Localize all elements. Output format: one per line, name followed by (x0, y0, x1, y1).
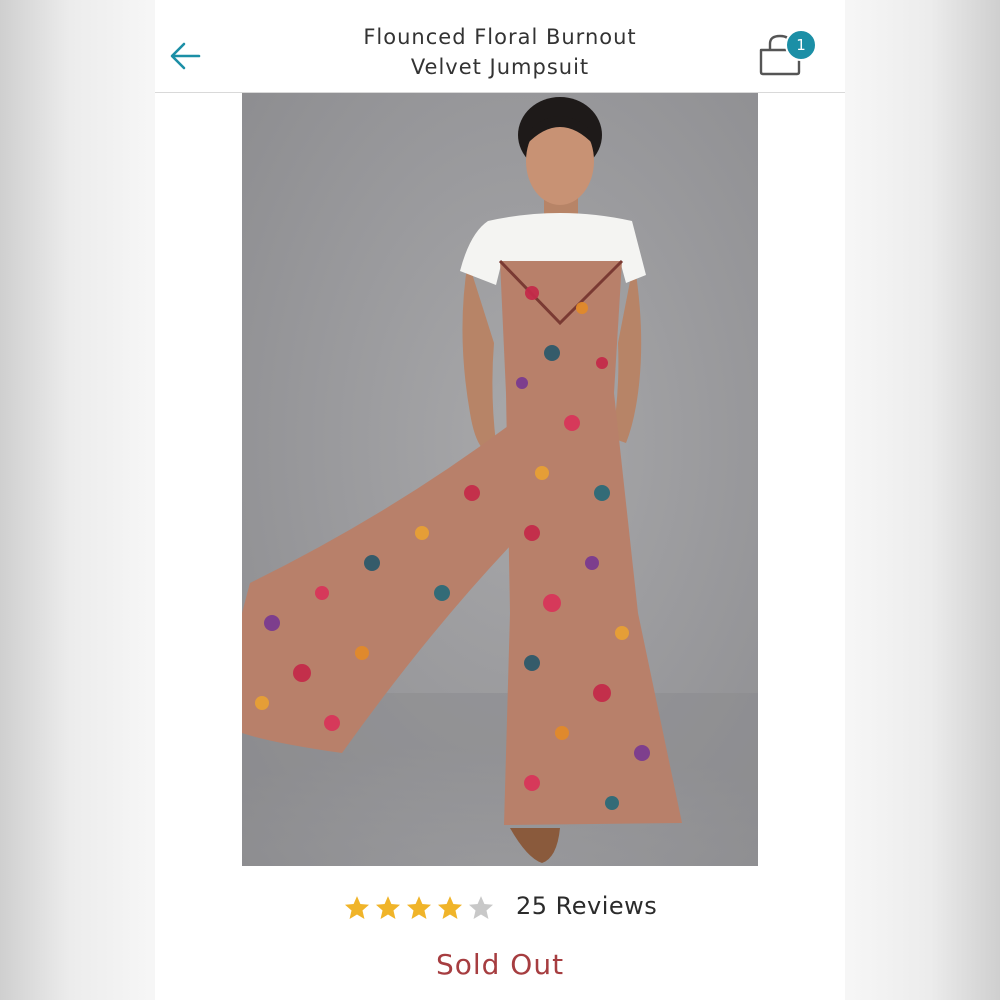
arrow-left-icon (170, 42, 201, 70)
product-image[interactable] (242, 93, 758, 866)
page-title-line1: Flounced Floral Burnout (363, 25, 637, 49)
stock-status: Sold Out (435, 948, 565, 981)
app-header: Flounced Floral Burnout Velvet Jumpsuit … (155, 0, 845, 93)
back-button[interactable] (169, 36, 203, 76)
page-title: Flounced Floral Burnout Velvet Jumpsuit (325, 22, 675, 82)
product-screen: Flounced Floral Burnout Velvet Jumpsuit … (155, 0, 845, 1000)
reviews-link[interactable]: 25 Reviews (516, 892, 657, 920)
page-title-line2: Velvet Jumpsuit (410, 55, 590, 79)
star-empty-icon (468, 896, 494, 919)
rating-stars (343, 894, 498, 922)
product-rating[interactable]: 25 Reviews (155, 890, 845, 926)
star-filled-icon (437, 896, 463, 919)
star-filled-icon (344, 896, 370, 919)
product-photo-illustration (242, 97, 758, 866)
star-filled-icon (406, 896, 432, 919)
cart-count-badge: 1 (785, 29, 817, 61)
star-filled-icon (375, 896, 401, 919)
